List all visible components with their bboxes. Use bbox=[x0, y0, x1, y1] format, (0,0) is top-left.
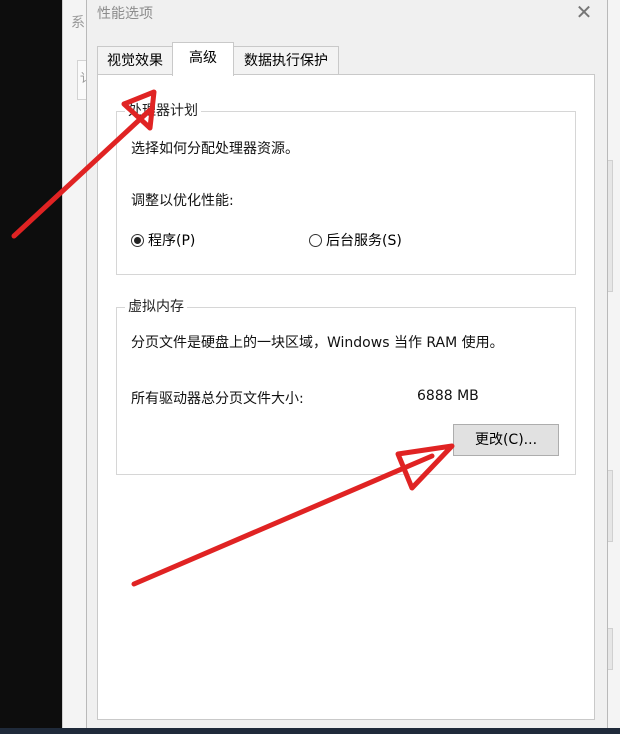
taskbar-strip bbox=[0, 728, 620, 734]
radio-programs[interactable]: 程序(P) bbox=[131, 230, 195, 250]
processor-scheduling-group: 处理器计划 选择如何分配处理器资源。 调整以优化性能: 程序(P) 后台服务(S… bbox=[116, 102, 576, 275]
dialog-title: 性能选项 bbox=[97, 6, 153, 22]
advanced-panel: 处理器计划 选择如何分配处理器资源。 调整以优化性能: 程序(P) 后台服务(S… bbox=[97, 74, 595, 720]
paging-file-total-value: 6888 MB bbox=[417, 388, 479, 404]
processor-scheduling-legend: 处理器计划 bbox=[125, 102, 201, 120]
performance-options-dialog: 性能选项 ✕ 视觉效果 高级 数据执行保护 处理器计划 选择如何分配处理器资源。… bbox=[86, 0, 608, 729]
radio-unchecked-icon bbox=[309, 233, 322, 247]
tab-visual-effects[interactable]: 视觉效果 bbox=[97, 46, 173, 74]
tab-data-execution-prevention[interactable]: 数据执行保护 bbox=[233, 46, 339, 74]
radio-programs-label: 程序(P) bbox=[148, 233, 196, 249]
virtual-memory-group: 虚拟内存 分页文件是硬盘上的一块区域，Windows 当作 RAM 使用。 所有… bbox=[116, 298, 576, 475]
radio-background-services[interactable]: 后台服务(S) bbox=[309, 230, 402, 250]
tab-advanced[interactable]: 高级 bbox=[172, 42, 234, 76]
background-window-title: 系 bbox=[71, 15, 85, 31]
radio-checked-icon bbox=[131, 233, 144, 247]
processor-description: 选择如何分配处理器资源。 bbox=[131, 141, 299, 157]
virtual-memory-description: 分页文件是硬盘上的一块区域，Windows 当作 RAM 使用。 bbox=[131, 335, 504, 351]
radio-background-services-label: 后台服务(S) bbox=[326, 233, 402, 249]
virtual-memory-legend: 虚拟内存 bbox=[125, 298, 187, 316]
close-icon[interactable]: ✕ bbox=[571, 0, 597, 24]
optimize-label: 调整以优化性能: bbox=[131, 193, 234, 209]
paging-file-total-label: 所有驱动器总分页文件大小: bbox=[131, 391, 304, 407]
change-button[interactable]: 更改(C)... bbox=[453, 424, 559, 456]
